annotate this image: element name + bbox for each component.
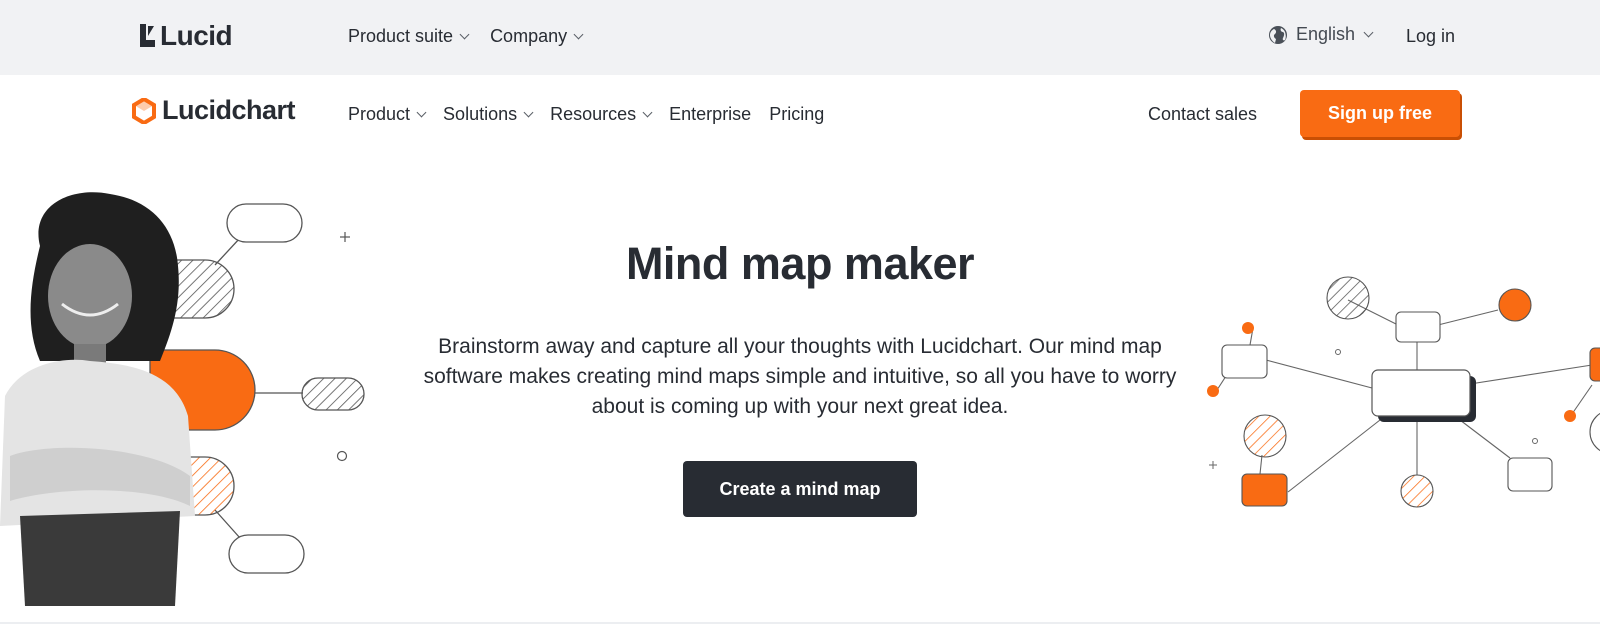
dot-decoration xyxy=(1335,349,1341,355)
lucid-logo[interactable]: Lucid xyxy=(138,20,233,52)
nav-pricing[interactable]: Pricing xyxy=(769,104,824,125)
mind-map-node xyxy=(1498,288,1532,322)
nav-label: Resources xyxy=(550,104,637,124)
dot-decoration xyxy=(1564,410,1576,422)
chevron-down-icon xyxy=(459,29,470,40)
top-utility-bar: Lucid Product suite Company English Log … xyxy=(0,0,1600,75)
nav-product[interactable]: Product xyxy=(348,104,427,125)
chevron-down-icon xyxy=(416,107,427,118)
mind-map-node xyxy=(228,534,305,574)
globe-icon xyxy=(1269,25,1287,44)
dot-decoration xyxy=(336,450,348,462)
lucidchart-wordmark: Lucidchart xyxy=(162,95,296,125)
create-mind-map-button[interactable]: Create a mind map xyxy=(683,461,917,517)
dot-decoration xyxy=(1532,438,1538,444)
right-mind-map-illustration xyxy=(1207,276,1600,508)
chevron-down-icon xyxy=(642,107,653,118)
nav-label: Solutions xyxy=(443,104,518,124)
login-link[interactable]: Log in xyxy=(1406,26,1455,47)
product-nav: Product Solutions Resources Enterprise P… xyxy=(348,104,824,125)
mind-map-node xyxy=(226,203,303,243)
nav-label: Product suite xyxy=(348,26,454,46)
nav-company[interactable]: Company xyxy=(490,26,584,47)
mind-map-node xyxy=(1326,276,1370,320)
mind-map-node xyxy=(1221,344,1268,379)
sign-up-button[interactable]: Sign up free xyxy=(1300,90,1460,137)
mind-map-node xyxy=(1241,473,1288,507)
nav-enterprise[interactable]: Enterprise xyxy=(669,104,751,125)
language-label: English xyxy=(1296,24,1356,44)
nav-product-suite[interactable]: Product suite xyxy=(348,26,470,47)
mind-map-center-node xyxy=(1371,369,1471,417)
nav-label: Pricing xyxy=(769,104,825,124)
dot-decoration xyxy=(1242,322,1254,334)
chevron-down-icon xyxy=(523,107,534,118)
nav-label: Enterprise xyxy=(669,104,752,124)
dot-decoration xyxy=(1207,385,1219,397)
language-selector[interactable]: English xyxy=(1268,24,1374,45)
nav-label: Company xyxy=(490,26,568,46)
nav-solutions[interactable]: Solutions xyxy=(443,104,534,125)
mind-map-node xyxy=(1589,347,1600,382)
lucidchart-logo[interactable]: Lucidchart xyxy=(132,95,296,126)
hero-description: Brainstorm away and capture all your tho… xyxy=(423,335,1177,418)
contact-sales-link[interactable]: Contact sales xyxy=(1148,104,1257,125)
mind-map-node xyxy=(301,377,365,411)
chevron-down-icon xyxy=(573,29,584,40)
lucidchart-logo-icon xyxy=(132,97,156,124)
main-nav: Lucidchart Product Solutions Resources E… xyxy=(0,75,1600,155)
plus-decoration xyxy=(1209,461,1217,469)
nav-resources[interactable]: Resources xyxy=(550,104,653,125)
lucid-logo-icon xyxy=(140,24,155,47)
mind-map-node xyxy=(1589,412,1600,452)
mind-map-node xyxy=(1395,311,1441,343)
mind-map-node xyxy=(1400,474,1434,508)
nav-label: Product xyxy=(348,104,411,124)
mind-map-node xyxy=(1243,414,1287,458)
lucid-wordmark: Lucid xyxy=(160,20,233,51)
mind-map-node xyxy=(1507,457,1553,492)
top-nav: Product suite Company xyxy=(348,26,584,47)
chevron-down-icon xyxy=(1363,27,1374,38)
